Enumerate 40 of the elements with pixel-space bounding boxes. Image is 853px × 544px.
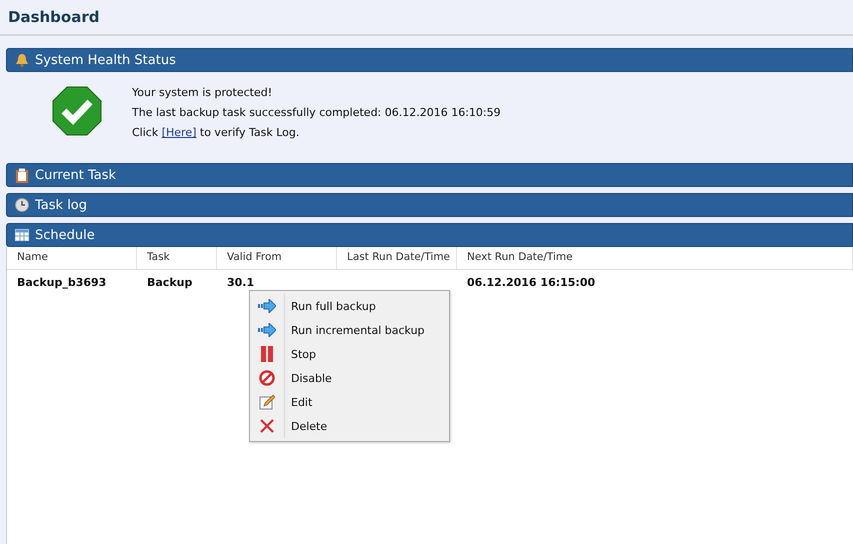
table-cell-text: Backup — [146, 276, 194, 288]
here-link[interactable]: [Here] — [162, 126, 196, 139]
section-title: Current Task — [35, 168, 116, 182]
menu-item[interactable]: Disable — [250, 366, 449, 390]
pencil-icon — [259, 394, 275, 410]
menu-item[interactable]: Run incremental backup — [250, 318, 449, 342]
page-title: Dashboard — [8, 8, 100, 26]
section-header[interactable]: Schedule — [6, 223, 853, 247]
column-header[interactable]: Next Run Date/Time — [457, 247, 853, 269]
forbidden-icon — [259, 370, 275, 386]
status-text: The last backup task successfully completed: 06.12.2016 16:10:59 — [132, 106, 501, 119]
menu-item[interactable]: Delete — [250, 414, 449, 438]
table-cell-text: 06.12.2016 16:15:00 — [466, 276, 596, 288]
section-title: System Health Status — [35, 52, 176, 68]
section-title: Task log — [35, 198, 88, 212]
status-text: to verify Task Log. — [200, 126, 300, 139]
menu-item[interactable]: Edit — [250, 390, 449, 414]
pause-icon — [260, 346, 274, 362]
clock-icon — [15, 198, 29, 212]
table-cell-text: 30.1 — [226, 276, 256, 288]
check-icon — [52, 86, 102, 136]
column-header[interactable]: Valid From — [217, 247, 337, 269]
section-header[interactable]: Task log — [6, 193, 853, 217]
clipboard-icon — [15, 168, 29, 182]
section-header[interactable]: Current Task — [6, 163, 853, 187]
table-cell-text: Backup_b3693 — [16, 276, 108, 288]
menu-item[interactable]: Stop — [250, 342, 449, 366]
status-text: Your system is protected! — [132, 86, 274, 99]
menu-item[interactable]: Run full backup — [250, 294, 449, 318]
section-header[interactable]: System Health Status — [6, 48, 853, 72]
status-text: Click — [132, 126, 158, 139]
delete-icon — [260, 419, 274, 433]
column-header[interactable]: Name — [7, 247, 137, 269]
arrow-right-icon — [258, 299, 276, 313]
column-header[interactable]: Last Run Date/Time — [337, 247, 457, 269]
bell-icon — [15, 53, 29, 67]
arrow-right-icon — [258, 323, 276, 337]
section-title: Schedule — [35, 228, 95, 242]
column-header[interactable]: Task — [137, 247, 217, 269]
table-icon — [15, 229, 29, 241]
